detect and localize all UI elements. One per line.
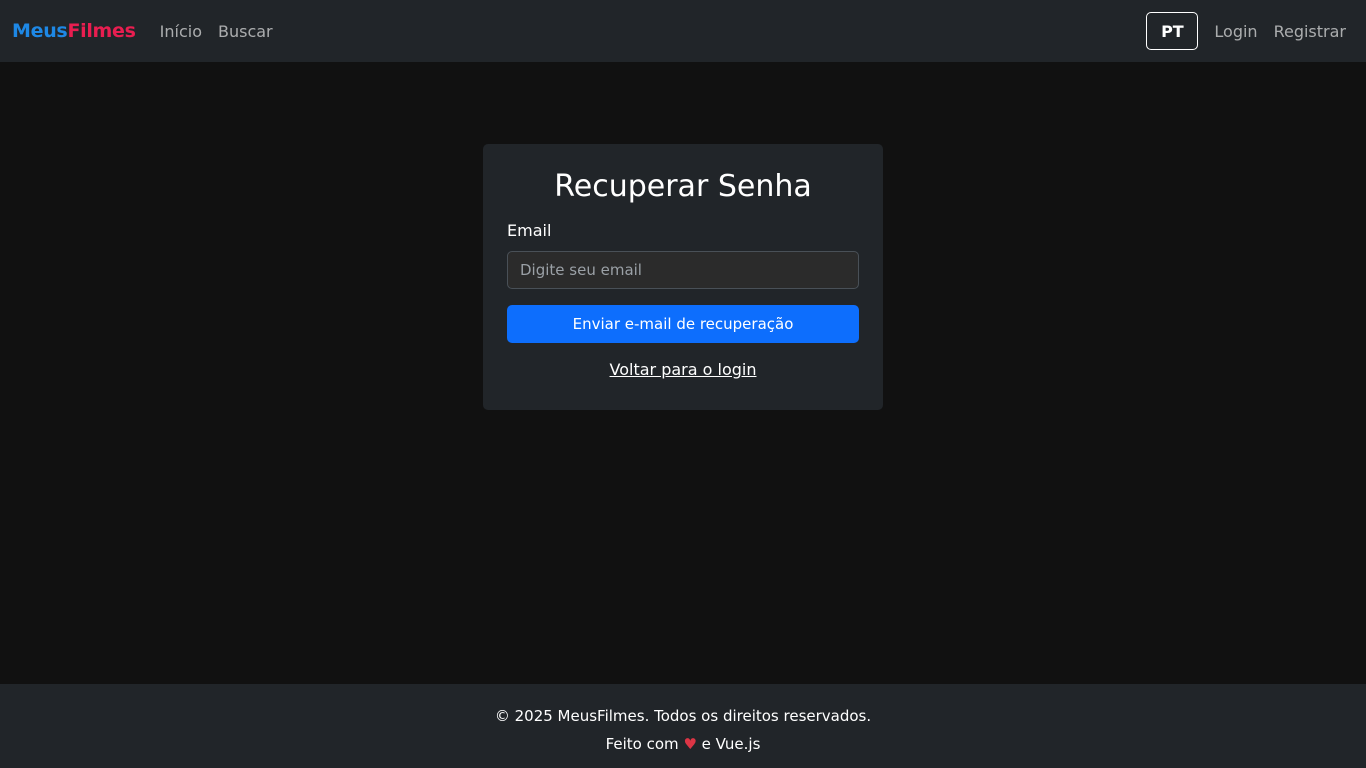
brand-logo[interactable]: MeusFilmes bbox=[12, 20, 136, 42]
made-with-suffix: e Vue.js bbox=[701, 735, 761, 753]
navbar: MeusFilmes Início Buscar PT Login Regist… bbox=[0, 0, 1366, 62]
heart-icon: ♥ bbox=[683, 735, 697, 753]
brand-part-filmes: Filmes bbox=[67, 20, 136, 42]
recover-password-card: Recuperar Senha Email Enviar e-mail de r… bbox=[483, 144, 883, 410]
brand-part-meus: Meus bbox=[12, 20, 68, 42]
send-recovery-email-button[interactable]: Enviar e-mail de recuperação bbox=[507, 305, 859, 343]
email-input[interactable] bbox=[507, 251, 859, 289]
email-label: Email bbox=[507, 221, 552, 240]
back-to-login-link[interactable]: Voltar para o login bbox=[507, 360, 859, 379]
made-with-prefix: Feito com bbox=[605, 735, 679, 753]
footer-made-with: Feito com ♥ e Vue.js bbox=[0, 730, 1366, 758]
language-button[interactable]: PT bbox=[1146, 12, 1199, 50]
nav-link-buscar[interactable]: Buscar bbox=[218, 22, 273, 41]
nav-link-login[interactable]: Login bbox=[1214, 22, 1257, 41]
page-title: Recuperar Senha bbox=[554, 169, 812, 204]
footer-copyright: © 2025 MeusFilmes. Todos os direitos res… bbox=[494, 707, 872, 725]
footer: © 2025 MeusFilmes. Todos os direitos res… bbox=[0, 684, 1366, 768]
nav-link-inicio[interactable]: Início bbox=[160, 22, 202, 41]
navbar-right: PT Login Registrar bbox=[1146, 12, 1346, 50]
nav-link-register[interactable]: Registrar bbox=[1274, 22, 1346, 41]
